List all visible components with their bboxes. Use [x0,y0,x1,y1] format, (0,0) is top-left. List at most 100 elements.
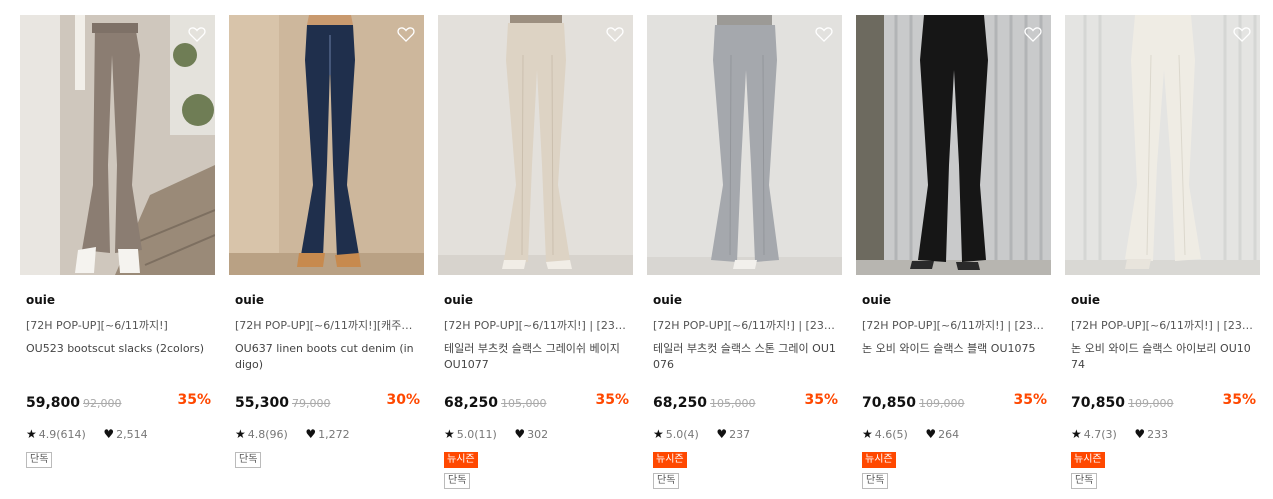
heart-icon[interactable] [396,24,416,44]
exclusive-badge: 단독 [444,473,471,489]
brand-name[interactable]: ouie [26,293,55,307]
original-price: 105,000 [501,397,547,410]
heart-filled-icon: ♥ [716,427,728,441]
heart-icon[interactable] [1023,24,1043,44]
original-price: 109,000 [1128,397,1174,410]
product-image[interactable] [856,15,1051,275]
new-season-badge: 뉴시즌 [862,452,896,468]
heart-filled-icon: ♥ [925,427,937,441]
rating-likes: ★ 4.8(96) ♥ 1,272 [235,427,350,441]
rating-likes: ★ 5.0(4) ♥ 237 [653,427,750,441]
product-name[interactable]: 논 오비 와이드 슬랙스 블랙 OU1075 [862,341,1045,357]
product-card[interactable]: ouie [72H POP-UP][~6/11까지!][캐주얼페... OU63… [229,15,424,499]
product-card[interactable]: ouie [72H POP-UP][~6/11까지!] | [23SU... 논… [1065,15,1260,499]
product-card[interactable]: ouie [72H POP-UP][~6/11까지!] | [23SU... 테… [438,15,633,499]
product-card[interactable]: ouie [72H POP-UP][~6/11까지!] OU523 bootsc… [20,15,215,499]
promo-text[interactable]: [72H POP-UP][~6/11까지!] | [23SU... [862,317,1045,333]
product-image[interactable] [438,15,633,275]
product-card[interactable]: ouie [72H POP-UP][~6/11까지!] | [23SU... 테… [647,15,842,499]
discount-rate: 35% [1222,392,1256,408]
heart-filled-icon: ♥ [305,427,317,441]
original-price: 92,000 [83,397,122,410]
product-name[interactable]: 논 오비 와이드 슬랙스 아이보리 OU1074 [1071,341,1254,373]
new-season-badge: 뉴시즌 [1071,452,1105,468]
original-price: 109,000 [919,397,965,410]
promo-text[interactable]: [72H POP-UP][~6/11까지!] | [23SU... [1071,317,1254,333]
star-icon: ★ [444,427,455,441]
heart-icon[interactable] [605,24,625,44]
discount-rate: 35% [1013,392,1047,408]
like-count: 233 [1147,428,1169,441]
discount-rate: 30% [386,392,420,408]
original-price: 79,000 [292,397,331,410]
rating: 4.7(3) [1083,428,1117,441]
original-price: 105,000 [710,397,756,410]
heart-icon[interactable] [187,24,207,44]
product-name[interactable]: OU523 bootscut slacks (2colors) [26,341,209,357]
brand-name[interactable]: ouie [1071,293,1100,307]
like-count: 237 [729,428,751,441]
price-row: 70,850 109,000 35% [862,392,1047,411]
price-row: 68,250 105,000 35% [653,392,838,411]
exclusive-badge: 단독 [653,473,680,489]
product-image[interactable] [20,15,215,275]
promo-text[interactable]: [72H POP-UP][~6/11까지!] | [23SU... [653,317,836,333]
rating: 5.0(11) [456,428,497,441]
heart-icon[interactable] [814,24,834,44]
promo-text[interactable]: [72H POP-UP][~6/11까지!][캐주얼페... [235,317,418,333]
star-icon: ★ [1071,427,1082,441]
price-row: 59,800 92,000 35% [26,392,211,411]
brand-name[interactable]: ouie [862,293,891,307]
discount-rate: 35% [595,392,629,408]
product-name[interactable]: 테일러 부츠컷 슬랙스 스톤 그레이 OU1076 [653,341,836,373]
sale-price: 68,250 [653,395,708,411]
star-icon: ★ [235,427,246,441]
rating-likes: ★ 4.6(5) ♥ 264 [862,427,959,441]
heart-icon[interactable] [1232,24,1252,44]
product-image[interactable] [647,15,842,275]
rating-likes: ★ 4.7(3) ♥ 233 [1071,427,1168,441]
rating: 4.8(96) [247,428,288,441]
product-name[interactable]: OU637 linen boots cut denim (indigo) [235,341,418,373]
rating-likes: ★ 4.9(614) ♥ 2,514 [26,427,148,441]
sale-price: 59,800 [26,395,81,411]
sale-price: 68,250 [444,395,499,411]
new-season-badge: 뉴시즌 [444,452,478,468]
like-count: 2,514 [116,428,148,441]
product-card[interactable]: ouie [72H POP-UP][~6/11까지!] | [23SU... 논… [856,15,1051,499]
star-icon: ★ [862,427,873,441]
product-name[interactable]: 테일러 부츠컷 슬랙스 그레이쉬 베이지 OU1077 [444,341,627,373]
discount-rate: 35% [177,392,211,408]
rating: 4.6(5) [874,428,908,441]
rating-likes: ★ 5.0(11) ♥ 302 [444,427,548,441]
heart-filled-icon: ♥ [514,427,526,441]
exclusive-badge: 단독 [235,452,262,468]
like-count: 264 [938,428,960,441]
exclusive-badge: 단독 [1071,473,1098,489]
heart-filled-icon: ♥ [103,427,115,441]
price-row: 68,250 105,000 35% [444,392,629,411]
price-row: 70,850 109,000 35% [1071,392,1256,411]
brand-name[interactable]: ouie [444,293,473,307]
rating: 4.9(614) [38,428,86,441]
new-season-badge: 뉴시즌 [653,452,687,468]
brand-name[interactable]: ouie [235,293,264,307]
sale-price: 55,300 [235,395,290,411]
sale-price: 70,850 [862,395,917,411]
promo-text[interactable]: [72H POP-UP][~6/11까지!] | [23SU... [444,317,627,333]
heart-filled-icon: ♥ [1134,427,1146,441]
product-image[interactable] [1065,15,1260,275]
rating: 5.0(4) [665,428,699,441]
product-image[interactable] [229,15,424,275]
like-count: 302 [527,428,549,441]
brand-name[interactable]: ouie [653,293,682,307]
exclusive-badge: 단독 [26,452,53,468]
discount-rate: 35% [804,392,838,408]
like-count: 1,272 [318,428,350,441]
promo-text[interactable]: [72H POP-UP][~6/11까지!] [26,317,209,333]
star-icon: ★ [26,427,37,441]
product-grid: ouie [72H POP-UP][~6/11까지!] OU523 bootsc… [20,15,1260,499]
price-row: 55,300 79,000 30% [235,392,420,411]
star-icon: ★ [653,427,664,441]
sale-price: 70,850 [1071,395,1126,411]
